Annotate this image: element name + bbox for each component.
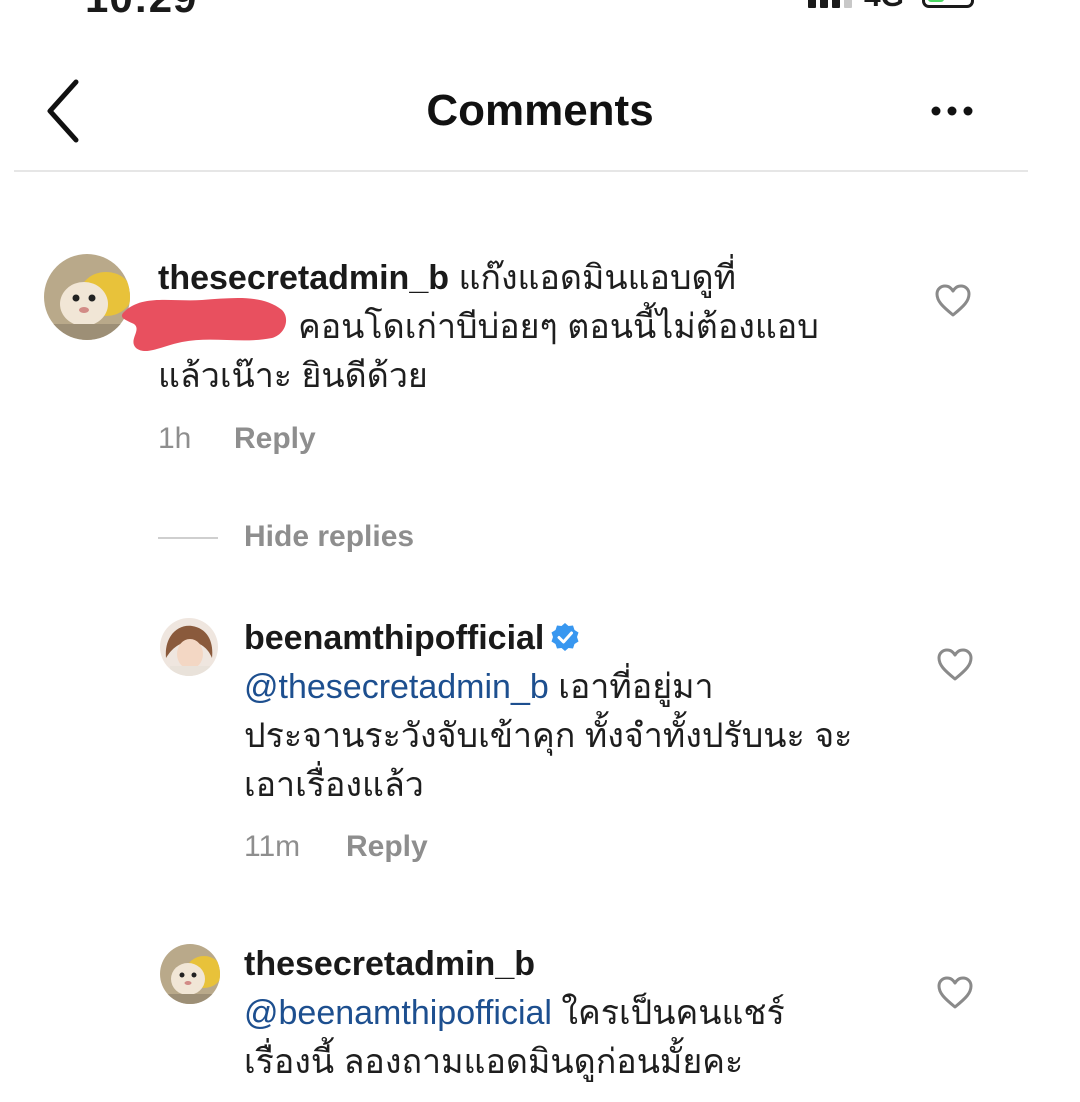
status-bar: 10:29 4G (0, 0, 1080, 20)
like-button[interactable] (936, 648, 974, 682)
reply-button[interactable]: Reply (234, 422, 316, 456)
reply-username[interactable]: beenamthipofficial (244, 619, 544, 657)
status-time: 10:29 (85, 0, 197, 20)
hamster-avatar-image (160, 944, 220, 1004)
comment-body-line: แก๊งแอดมินแอบดูที่ (458, 259, 737, 297)
page-title: Comments (426, 86, 654, 135)
profile-photo-image (160, 618, 218, 676)
reply-body-line: เอาที่อยู่มา (558, 668, 714, 706)
reply-text: beenamthipofficial @thesecretadmin_b เอา… (244, 614, 924, 810)
reply-text: thesecretadmin_b @beenamthipofficial ใคร… (244, 940, 924, 1087)
header-divider (14, 170, 1028, 172)
signal-icon (808, 0, 856, 8)
reply-username[interactable]: thesecretadmin_b (244, 945, 535, 983)
reply-body-line: ประจานระวังจับเข้าคุก ทั้งจำทั้งปรับนะ จ… (244, 717, 853, 755)
more-horizontal-icon (931, 106, 973, 116)
heart-outline-icon (935, 284, 971, 317)
heart-outline-icon (937, 648, 973, 681)
reply-body-line: เรื่องนี้ ลองถามแอดมินดูก่อนมั้ยคะ (244, 1043, 744, 1081)
hide-replies-button[interactable]: Hide replies (244, 520, 414, 554)
reply-timestamp: 11m (244, 830, 301, 863)
battery-icon (922, 0, 974, 8)
comment-timestamp: 1h (158, 422, 192, 455)
reply-body-line: เอาเรื่องแล้ว (244, 766, 424, 804)
mention-link[interactable]: @thesecretadmin_b (244, 668, 549, 706)
avatar[interactable] (160, 618, 218, 676)
redaction-mark (121, 298, 287, 352)
mention-link[interactable]: @beenamthipofficial (244, 994, 552, 1032)
reply-button[interactable]: Reply (346, 830, 428, 864)
comments-header: Comments (0, 40, 1080, 172)
network-label: 4G (864, 0, 904, 14)
like-button[interactable] (934, 284, 972, 318)
heart-outline-icon (937, 976, 973, 1009)
verified-badge-icon (551, 623, 579, 651)
reply-body-line: ใครเป็นคนแชร์ (561, 994, 785, 1032)
avatar[interactable] (160, 944, 220, 1004)
like-button[interactable] (936, 976, 974, 1010)
replies-divider-line (158, 537, 218, 539)
more-button[interactable] (928, 96, 976, 126)
